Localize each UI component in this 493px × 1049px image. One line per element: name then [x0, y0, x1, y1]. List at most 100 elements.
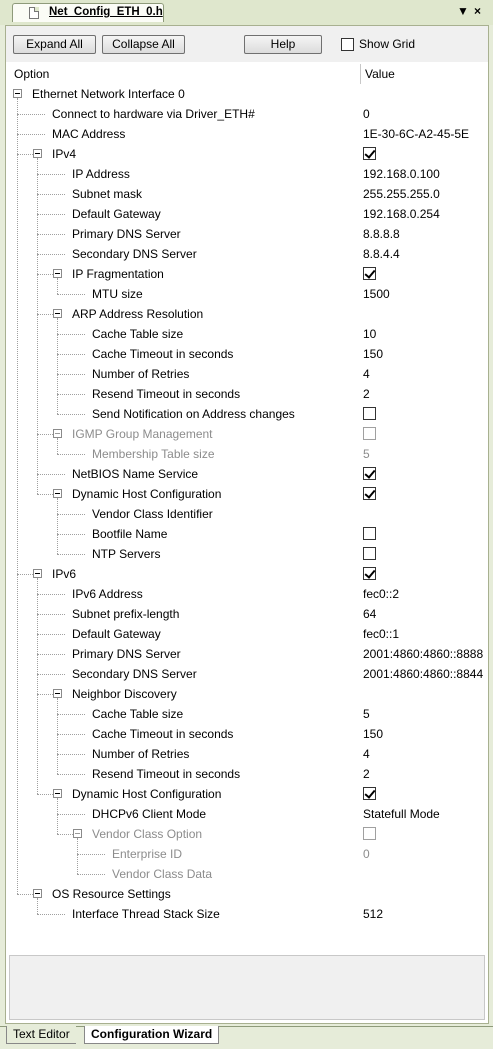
option-value[interactable]: 10: [363, 327, 376, 341]
expand-all-button[interactable]: Expand All: [13, 35, 96, 54]
collapse-icon[interactable]: [33, 569, 42, 578]
option-value[interactable]: Statefull Mode: [363, 807, 440, 821]
collapse-icon[interactable]: [33, 889, 42, 898]
tree-row[interactable]: Vendor Class Option: [6, 824, 488, 844]
tree-row[interactable]: Default Gateway fec0::1: [6, 624, 488, 644]
tree-row[interactable]: IGMP Group Management: [6, 424, 488, 444]
option-value[interactable]: 150: [363, 347, 383, 361]
collapse-icon[interactable]: [53, 429, 62, 438]
collapse-all-button[interactable]: Collapse All: [102, 35, 185, 54]
tree-row[interactable]: IPv6: [6, 564, 488, 584]
tree-row[interactable]: ARP Address Resolution: [6, 304, 488, 324]
tree-row[interactable]: Send Notification on Address changes: [6, 404, 488, 424]
tree-row[interactable]: IP Address 192.168.0.100: [6, 164, 488, 184]
option-value[interactable]: 512: [363, 907, 383, 921]
tree-row[interactable]: IPv4: [6, 144, 488, 164]
collapse-icon[interactable]: [53, 269, 62, 278]
option-value[interactable]: 64: [363, 607, 376, 621]
option-value[interactable]: 8.8.8.8: [363, 227, 400, 241]
option-value[interactable]: fec0::2: [363, 587, 399, 601]
collapse-icon[interactable]: [33, 149, 42, 158]
option-value[interactable]: 192.168.0.100: [363, 167, 440, 181]
close-icon[interactable]: ×: [474, 4, 481, 18]
option-value[interactable]: 192.168.0.254: [363, 207, 440, 221]
value-column-header[interactable]: Value: [365, 67, 395, 81]
collapse-icon[interactable]: [53, 789, 62, 798]
option-value[interactable]: 255.255.255.0: [363, 187, 440, 201]
option-value[interactable]: 4: [363, 747, 370, 761]
option-value[interactable]: fec0::1: [363, 627, 399, 641]
tree-row[interactable]: MAC Address 1E-30-6C-A2-45-5E: [6, 124, 488, 144]
tree-row[interactable]: Number of Retries 4: [6, 744, 488, 764]
tree-row[interactable]: Resend Timeout in seconds 2: [6, 384, 488, 404]
tree-row[interactable]: Vendor Class Data: [6, 864, 488, 884]
document-tab[interactable]: Net_Config_ETH_0.h: [12, 3, 164, 22]
tree-row[interactable]: Connect to hardware via Driver_ETH# 0: [6, 104, 488, 124]
tree-row[interactable]: IP Fragmentation: [6, 264, 488, 284]
tree-row[interactable]: Primary DNS Server 2001:4860:4860::8888: [6, 644, 488, 664]
option-value[interactable]: 2001:4860:4860::8888: [363, 647, 483, 661]
checked-checkbox[interactable]: [363, 567, 376, 580]
unchecked-checkbox[interactable]: [363, 527, 376, 540]
show-grid-checkbox[interactable]: [341, 38, 354, 51]
tree-row[interactable]: Cache Table size 10: [6, 324, 488, 344]
tree-row[interactable]: Subnet mask 255.255.255.0: [6, 184, 488, 204]
tree-row[interactable]: Membership Table size 5: [6, 444, 488, 464]
tree-row[interactable]: Interface Thread Stack Size 512: [6, 904, 488, 924]
collapse-icon[interactable]: [73, 829, 82, 838]
tree-row[interactable]: Cache Timeout in seconds 150: [6, 724, 488, 744]
checked-checkbox[interactable]: [363, 487, 376, 500]
tree-row[interactable]: NetBIOS Name Service: [6, 464, 488, 484]
option-label: Connect to hardware via Driver_ETH#: [52, 107, 255, 121]
unchecked-checkbox[interactable]: [363, 407, 376, 420]
tree-row[interactable]: Vendor Class Identifier: [6, 504, 488, 524]
tree-row[interactable]: Secondary DNS Server 8.8.4.4: [6, 244, 488, 264]
tab-text-editor[interactable]: Text Editor: [6, 1026, 76, 1044]
collapse-icon[interactable]: [13, 89, 22, 98]
option-value[interactable]: 2001:4860:4860::8844: [363, 667, 483, 681]
tree-connector: [37, 234, 65, 235]
column-separator[interactable]: [360, 64, 361, 84]
tree-row[interactable]: Primary DNS Server 8.8.8.8: [6, 224, 488, 244]
tree-row[interactable]: Bootfile Name: [6, 524, 488, 544]
tree-row[interactable]: Enterprise ID 0: [6, 844, 488, 864]
tree-connector: [37, 194, 65, 195]
collapse-icon[interactable]: [53, 689, 62, 698]
tree-row[interactable]: Subnet prefix-length 64: [6, 604, 488, 624]
checked-checkbox[interactable]: [363, 267, 376, 280]
tree-row[interactable]: IPv6 Address fec0::2: [6, 584, 488, 604]
tree-row[interactable]: MTU size 1500: [6, 284, 488, 304]
checked-checkbox[interactable]: [363, 147, 376, 160]
option-value[interactable]: 8.8.4.4: [363, 247, 400, 261]
tree-row[interactable]: Neighbor Discovery: [6, 684, 488, 704]
checked-checkbox[interactable]: [363, 467, 376, 480]
option-value[interactable]: 5: [363, 707, 370, 721]
tree-row[interactable]: Dynamic Host Configuration: [6, 484, 488, 504]
tree-row[interactable]: Ethernet Network Interface 0: [6, 84, 488, 104]
tree-row[interactable]: Number of Retries 4: [6, 364, 488, 384]
unchecked-checkbox[interactable]: [363, 547, 376, 560]
option-value[interactable]: 4: [363, 367, 370, 381]
tree-row[interactable]: Cache Table size 5: [6, 704, 488, 724]
collapse-icon[interactable]: [53, 489, 62, 498]
tree-row[interactable]: OS Resource Settings: [6, 884, 488, 904]
tree-row[interactable]: NTP Servers: [6, 544, 488, 564]
option-value[interactable]: 2: [363, 387, 370, 401]
option-value[interactable]: 0: [363, 107, 370, 121]
tree-row[interactable]: Dynamic Host Configuration: [6, 784, 488, 804]
option-value[interactable]: 2: [363, 767, 370, 781]
tab-configuration-wizard[interactable]: Configuration Wizard: [84, 1026, 220, 1044]
tree-row[interactable]: Resend Timeout in seconds 2: [6, 764, 488, 784]
tree-row[interactable]: Cache Timeout in seconds 150: [6, 344, 488, 364]
option-column-header[interactable]: Option: [14, 67, 49, 81]
tree-row[interactable]: DHCPv6 Client Mode Statefull Mode: [6, 804, 488, 824]
option-value[interactable]: 150: [363, 727, 383, 741]
checked-checkbox[interactable]: [363, 787, 376, 800]
option-value[interactable]: 1500: [363, 287, 390, 301]
tree-row[interactable]: Secondary DNS Server 2001:4860:4860::8844: [6, 664, 488, 684]
tree-row[interactable]: Default Gateway 192.168.0.254: [6, 204, 488, 224]
help-button[interactable]: Help: [244, 35, 322, 54]
dropdown-arrow-icon[interactable]: ▼: [457, 4, 469, 18]
collapse-icon[interactable]: [53, 309, 62, 318]
option-value[interactable]: 1E-30-6C-A2-45-5E: [363, 127, 469, 141]
